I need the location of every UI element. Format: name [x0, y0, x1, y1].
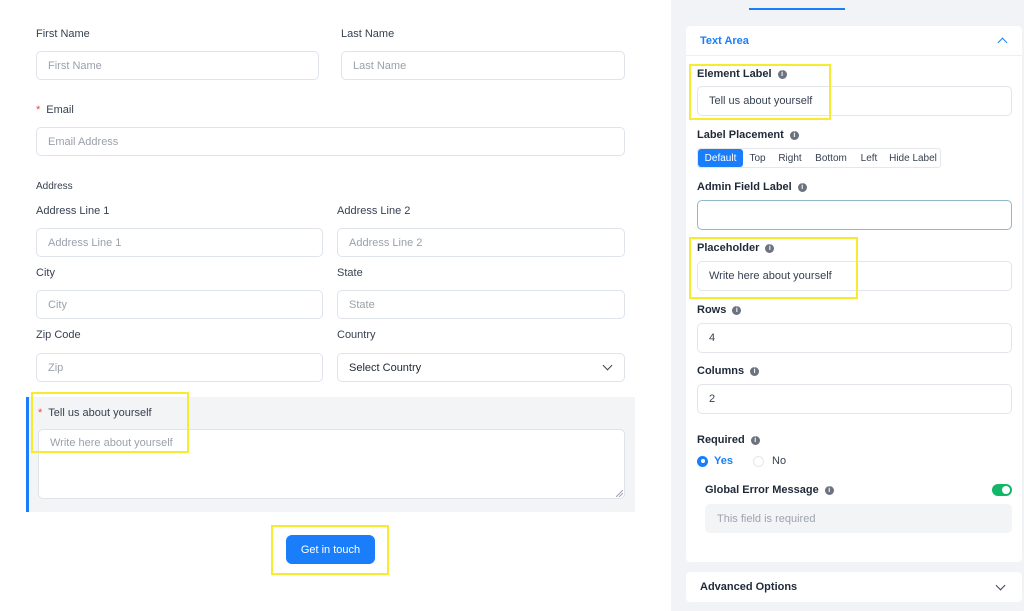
country-label: Country — [337, 329, 376, 341]
required-no-label: No — [772, 455, 787, 467]
global-error-placeholder: This field is required — [717, 512, 816, 525]
toggle-knob — [1002, 486, 1010, 494]
last-name-input[interactable]: Last Name — [341, 51, 625, 80]
address-section-label: Address — [36, 181, 73, 192]
email-label-text: Email — [46, 104, 74, 116]
info-icon: i — [797, 182, 807, 192]
last-name-label: Last Name — [341, 28, 395, 40]
address-line1-input[interactable]: Address Line 1 — [36, 228, 323, 257]
placement-top[interactable]: Top — [744, 149, 771, 167]
required-mark: * — [36, 104, 41, 116]
admin-field-label-input[interactable] — [697, 200, 1012, 230]
address-line2-input[interactable]: Address Line 2 — [337, 228, 625, 257]
chevron-down-icon — [995, 580, 1006, 590]
element-label-input[interactable]: Tell us about yourself — [697, 86, 1012, 116]
textarea-label-text: Tell us about yourself — [48, 407, 152, 419]
first-name-input[interactable]: First Name — [36, 51, 319, 80]
columns-label-text: Columns — [697, 365, 745, 377]
admin-field-label-text: Admin Field Label — [697, 181, 792, 193]
last-name-placeholder: Last Name — [353, 59, 407, 72]
info-icon: i — [750, 435, 760, 445]
section-title: Text Area — [700, 34, 749, 47]
placement-left[interactable]: Left — [855, 149, 883, 167]
placement-right[interactable]: Right — [773, 149, 807, 167]
address-line1-label: Address Line 1 — [36, 205, 110, 217]
placement-hide-label[interactable]: Hide Label — [885, 149, 941, 167]
email-placeholder: Email Address — [48, 135, 119, 148]
required-mark: * — [38, 407, 43, 419]
address-line1-placeholder: Address Line 1 — [48, 236, 122, 249]
email-label: * Email — [36, 104, 74, 116]
city-input[interactable]: City — [36, 290, 323, 319]
placement-default[interactable]: Default — [698, 149, 743, 167]
first-name-label: First Name — [36, 28, 90, 40]
required-yes-label: Yes — [714, 455, 733, 467]
chevron-down-icon — [602, 360, 613, 371]
text-area-section-header[interactable]: Text Area — [686, 26, 1022, 56]
global-error-heading: Global Error Message i — [705, 484, 834, 496]
city-label: City — [36, 267, 55, 279]
state-placeholder: State — [349, 298, 375, 311]
columns-heading: Columns i — [697, 365, 760, 377]
placeholder-value: Write here about yourself — [709, 270, 832, 282]
required-label-text: Required — [697, 434, 745, 446]
label-placement-heading: Label Placement i — [697, 129, 799, 141]
address-line2-placeholder: Address Line 2 — [349, 236, 423, 249]
radio-unchecked-icon — [753, 455, 764, 467]
required-heading: Required i — [697, 434, 760, 446]
get-in-touch-button[interactable]: Get in touch — [286, 535, 375, 564]
admin-field-label-heading: Admin Field Label i — [697, 181, 807, 193]
info-icon: i — [824, 485, 834, 495]
resize-handle-icon[interactable] — [616, 490, 623, 497]
element-label-text: Element Label — [697, 68, 772, 80]
placeholder-label-text: Placeholder — [697, 242, 760, 254]
global-error-toggle[interactable] — [992, 484, 1012, 496]
radio-checked-icon — [697, 455, 708, 467]
chevron-up-icon — [997, 37, 1008, 48]
placement-bottom[interactable]: Bottom — [810, 149, 852, 167]
email-input[interactable]: Email Address — [36, 127, 625, 156]
state-label: State — [337, 267, 363, 279]
placeholder-input[interactable]: Write here about yourself — [697, 261, 1012, 291]
zip-placeholder: Zip — [48, 361, 64, 374]
zip-input[interactable]: Zip — [36, 353, 323, 382]
info-icon: i — [777, 69, 787, 79]
city-placeholder: City — [48, 298, 67, 311]
rows-heading: Rows i — [697, 304, 742, 316]
element-label-value: Tell us about yourself — [709, 95, 813, 107]
required-no-radio[interactable]: No — [753, 455, 786, 467]
info-icon: i — [732, 305, 742, 315]
rows-value: 4 — [709, 332, 716, 344]
country-select[interactable]: Select Country — [337, 353, 625, 382]
first-name-placeholder: First Name — [48, 59, 102, 72]
global-error-label-text: Global Error Message — [705, 484, 819, 496]
address-line2-label: Address Line 2 — [337, 205, 411, 217]
global-error-message-input[interactable]: This field is required — [705, 504, 1012, 533]
state-input[interactable]: State — [337, 290, 625, 319]
rows-label-text: Rows — [697, 304, 727, 316]
element-label-heading: Element Label i — [697, 68, 787, 80]
active-tab-indicator — [749, 8, 845, 10]
textarea-input[interactable]: Write here about yourself — [38, 429, 625, 499]
label-placement-text: Label Placement — [697, 129, 784, 141]
info-icon: i — [765, 243, 775, 253]
textarea-placeholder: Write here about yourself — [50, 437, 173, 449]
columns-input[interactable]: 2 — [697, 384, 1012, 414]
info-icon: i — [750, 366, 760, 376]
rows-input[interactable]: 4 — [697, 323, 1012, 353]
placeholder-heading: Placeholder i — [697, 242, 775, 254]
columns-value: 2 — [709, 393, 716, 405]
required-yes-radio[interactable]: Yes — [697, 455, 733, 467]
country-selected-value: Select Country — [349, 361, 422, 374]
info-icon: i — [789, 130, 799, 140]
textarea-label: * Tell us about yourself — [38, 407, 152, 419]
advanced-options-title: Advanced Options — [700, 581, 798, 593]
advanced-options-header[interactable]: Advanced Options — [686, 572, 1022, 602]
zip-label: Zip Code — [36, 329, 81, 341]
